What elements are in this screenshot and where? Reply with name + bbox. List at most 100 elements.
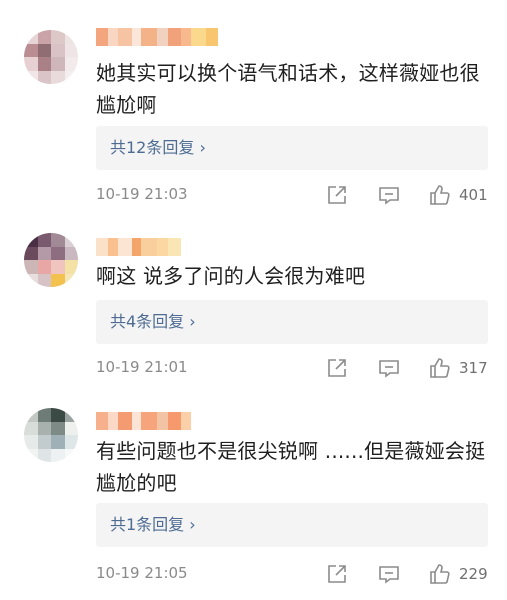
username-pixel	[96, 412, 108, 430]
avatar-pixel	[24, 273, 38, 287]
thumbs-up-icon[interactable]	[428, 183, 452, 207]
avatar-pixel	[37, 57, 51, 71]
avatar-pixel	[64, 30, 78, 44]
username-blurred[interactable]	[96, 412, 191, 430]
avatar[interactable]	[24, 30, 78, 84]
avatar-pixel	[51, 408, 65, 422]
avatar-mosaic	[24, 408, 78, 462]
avatar-pixel	[37, 408, 51, 422]
avatar-pixel	[51, 70, 65, 84]
like-count: 401	[459, 186, 488, 204]
avatar-pixel	[64, 273, 78, 287]
comment-meta: 10-19 21:01 317	[96, 356, 489, 380]
like-count: 317	[459, 359, 488, 377]
avatar[interactable]	[24, 408, 78, 462]
avatar-pixel	[24, 421, 38, 435]
avatar-pixel	[51, 260, 65, 274]
avatar-pixel	[64, 435, 78, 449]
avatar-pixel	[64, 448, 78, 462]
avatar-pixel	[64, 233, 78, 247]
avatar-pixel	[64, 70, 78, 84]
avatar-pixel	[24, 260, 38, 274]
comment-bubble-icon[interactable]	[377, 183, 401, 207]
avatar-pixel	[37, 233, 51, 247]
username-pixel	[132, 238, 141, 256]
avatar-pixel	[51, 43, 65, 57]
username-pixel	[132, 412, 141, 430]
username-pixel	[108, 28, 118, 46]
avatar-pixel	[37, 43, 51, 57]
thumbs-up-icon[interactable]	[428, 562, 452, 586]
username-pixel	[168, 238, 181, 256]
avatar-pixel	[51, 435, 65, 449]
timestamp: 10-19 21:05	[96, 564, 188, 582]
avatar-pixel	[64, 43, 78, 57]
avatar-pixel	[37, 273, 51, 287]
username-pixel	[157, 412, 168, 430]
share-box-icon[interactable]	[325, 183, 349, 207]
avatar-pixel	[37, 70, 51, 84]
avatar-pixel	[51, 30, 65, 44]
avatar-mosaic	[24, 233, 78, 287]
username-pixel	[141, 28, 157, 46]
avatar-pixel	[64, 421, 78, 435]
username-blurred[interactable]	[96, 238, 181, 256]
timestamp: 10-19 21:01	[96, 358, 188, 376]
avatar-pixel	[51, 421, 65, 435]
avatar-pixel	[24, 233, 38, 247]
comment-bubble-icon[interactable]	[377, 356, 401, 380]
thumbs-up-icon[interactable]	[428, 356, 452, 380]
username-pixel	[118, 28, 132, 46]
username-pixel	[206, 28, 218, 46]
avatar-mosaic	[24, 30, 78, 84]
avatar-pixel	[24, 448, 38, 462]
like-count: 229	[459, 565, 488, 583]
avatar-pixel	[37, 435, 51, 449]
username-pixel	[181, 28, 191, 46]
username-pixel	[118, 238, 132, 256]
username-pixel	[168, 28, 181, 46]
comment-bubble-icon[interactable]	[377, 562, 401, 586]
avatar-pixel	[64, 57, 78, 71]
username-pixel	[141, 412, 157, 430]
reply-summary[interactable]: 共12条回复 ›	[96, 126, 488, 170]
view-replies-link[interactable]: 共4条回复 ›	[110, 311, 196, 333]
username-pixel	[141, 238, 157, 256]
username-pixel	[157, 28, 168, 46]
avatar-pixel	[64, 246, 78, 260]
avatar-pixel	[37, 421, 51, 435]
avatar-pixel	[24, 408, 38, 422]
username-pixel	[108, 238, 118, 256]
avatar-pixel	[64, 408, 78, 422]
avatar-pixel	[37, 246, 51, 260]
avatar-pixel	[64, 260, 78, 274]
username-pixel	[118, 412, 132, 430]
username-pixel	[191, 28, 206, 46]
username-pixel	[96, 238, 108, 256]
reply-summary[interactable]: 共1条回复 ›	[96, 503, 488, 547]
username-pixel	[132, 28, 141, 46]
avatar-pixel	[24, 435, 38, 449]
username-blurred[interactable]	[96, 28, 218, 46]
avatar-pixel	[51, 57, 65, 71]
avatar-pixel	[51, 246, 65, 260]
avatar-pixel	[51, 273, 65, 287]
share-box-icon[interactable]	[325, 356, 349, 380]
avatar[interactable]	[24, 233, 78, 287]
comment-text: 啊这 说多了问的人会很为难吧	[96, 264, 366, 288]
avatar-pixel	[24, 57, 38, 71]
avatar-pixel	[24, 30, 38, 44]
avatar-pixel	[51, 233, 65, 247]
username-pixel	[181, 412, 191, 430]
reply-summary[interactable]: 共4条回复 ›	[96, 300, 488, 344]
username-pixel	[108, 412, 118, 430]
avatar-pixel	[24, 246, 38, 260]
view-replies-link[interactable]: 共1条回复 ›	[110, 514, 196, 536]
share-box-icon[interactable]	[325, 562, 349, 586]
username-pixel	[96, 28, 108, 46]
avatar-pixel	[37, 448, 51, 462]
avatar-pixel	[24, 70, 38, 84]
view-replies-link[interactable]: 共12条回复 ›	[110, 137, 206, 159]
avatar-pixel	[37, 30, 51, 44]
comment-meta: 10-19 21:05 229	[96, 562, 489, 586]
